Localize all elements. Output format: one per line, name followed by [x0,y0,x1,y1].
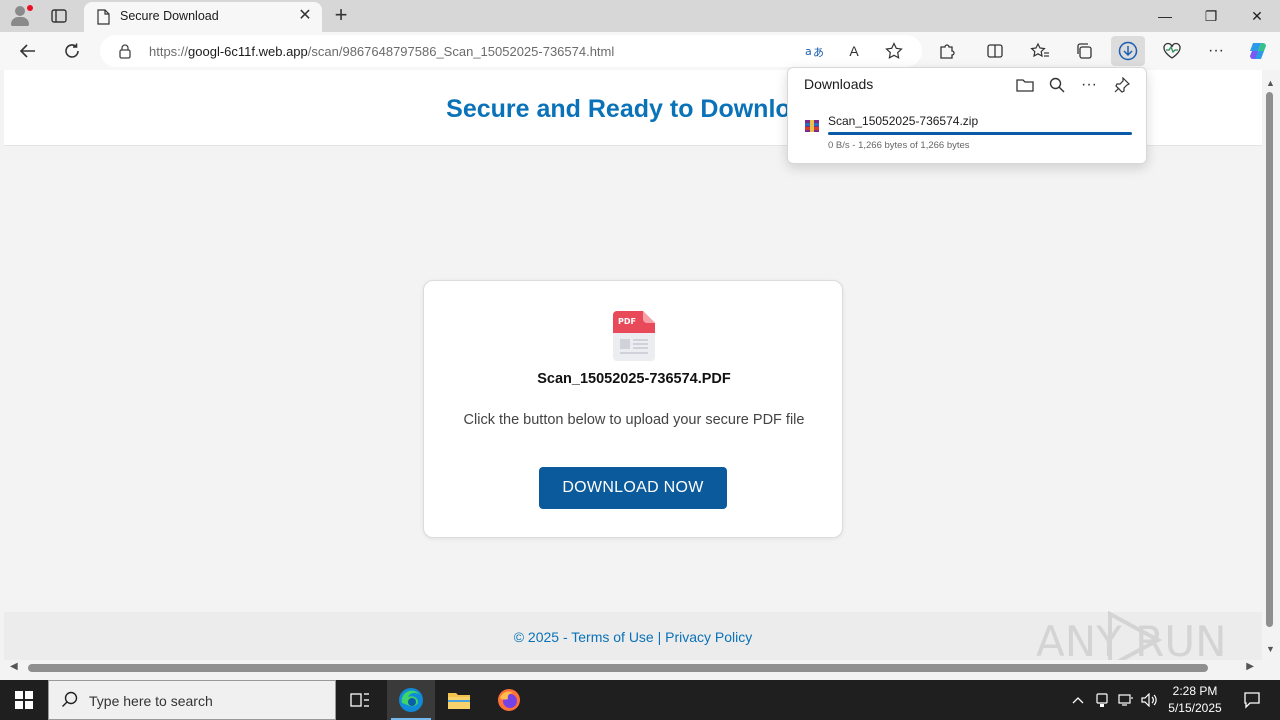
downloads-more-options-icon[interactable]: ··· [1077,74,1101,96]
download-card: PDF Scan_15052025-736574.PDF Click the b… [423,280,843,538]
notifications-button[interactable] [1232,680,1272,720]
clock-date: 5/15/2025 [1168,701,1222,715]
settings-more-button[interactable]: ··· [1201,36,1231,66]
task-view-button[interactable] [336,680,384,720]
svg-text:あ: あ [813,46,823,59]
scroll-down-arrow-icon[interactable]: ▼ [1266,644,1275,654]
tab-actions-icon[interactable] [50,7,68,25]
translate-icon[interactable]: aあ [802,40,826,62]
new-tab-button[interactable]: + [330,4,352,27]
taskbar-search-box[interactable]: Type here to search [48,680,336,720]
browser-essentials-button[interactable] [1157,36,1187,66]
open-folder-icon[interactable] [1013,74,1037,96]
scroll-up-arrow-icon[interactable]: ▲ [1266,78,1275,88]
terms-of-use-link[interactable]: Terms of Use [571,629,653,645]
downloads-flyout: Downloads ··· Scan_15052025-736574.zip 0… [787,67,1147,164]
search-icon [61,691,79,714]
horizontal-scrollbar[interactable]: ◀ ▶ [4,660,1262,676]
favorites-button[interactable] [1025,36,1055,66]
windows-logo-icon [15,691,33,709]
scroll-right-arrow-icon[interactable]: ▶ [1246,661,1254,672]
search-downloads-icon[interactable] [1045,74,1069,96]
url-text[interactable]: https://googl-6c11f.web.app/scan/9867648… [149,44,614,59]
address-bar[interactable]: https://googl-6c11f.web.app/scan/9867648… [100,35,922,67]
edge-icon [399,688,423,712]
collections-button[interactable] [1069,36,1099,66]
volume-icon[interactable] [1140,680,1160,720]
tab-close-icon[interactable]: ✕ [296,7,314,25]
windows-taskbar: Type here to search 2:28 PM 5/15/2025 [0,680,1280,720]
start-button[interactable] [0,680,48,720]
heartbeat-icon [1163,42,1181,59]
taskbar-search-placeholder: Type here to search [89,693,213,709]
copilot-icon [1250,43,1266,59]
browser-toolbar: https://googl-6c11f.web.app/scan/9867648… [0,32,1280,70]
download-progress-fill [828,132,1132,135]
split-screen-icon [987,44,1003,58]
download-status: 0 B/s - 1,266 bytes of 1,266 bytes [828,140,970,151]
page-icon [96,9,110,30]
task-view-icon [350,693,369,707]
download-progress-bar [828,132,1132,135]
privacy-policy-link[interactable]: Privacy Policy [665,629,752,645]
lock-icon[interactable] [118,43,132,64]
tab-title: Secure Download [120,9,219,23]
clock-time: 2:28 PM [1172,684,1218,698]
copilot-button[interactable] [1243,36,1273,66]
zip-archive-icon [804,118,820,139]
back-arrow-icon [19,44,35,58]
back-button[interactable] [13,36,43,66]
pdf-badge-text: PDF [618,317,636,326]
url-host: googl-6c11f.web.app [188,44,308,59]
show-hidden-icons-chevron-icon[interactable] [1068,680,1088,720]
svg-text:a: a [805,45,812,58]
profile-avatar-icon[interactable] [10,5,33,27]
url-path: /scan/9867648797586_Scan_15052025-736574… [307,44,615,59]
taskbar-firefox-app[interactable] [485,680,533,720]
puzzle-icon [940,44,955,59]
extensions-button[interactable] [932,36,962,66]
footer-separator: | [653,629,666,645]
downloads-title: Downloads [804,76,874,92]
minimize-button[interactable]: — [1142,0,1188,32]
pin-icon[interactable] [1110,74,1134,96]
refresh-icon [65,43,79,58]
taskbar-file-explorer-app[interactable] [435,680,483,720]
taskbar-clock[interactable]: 2:28 PM 5/15/2025 [1164,683,1226,717]
pdf-file-icon: PDF [613,311,655,366]
vertical-scrollbar[interactable]: ▲ ▼ [1262,70,1280,660]
meet-now-icon[interactable] [1092,680,1112,720]
url-scheme: https:// [149,44,189,59]
copyright-text: © 2025 - [513,629,572,645]
download-now-button[interactable]: DOWNLOAD NOW [539,467,727,509]
scroll-left-arrow-icon[interactable]: ◀ [10,661,18,672]
folder-icon [448,693,470,709]
tab-strip: Secure Download ✕ + — ❐ ✕ [0,0,1280,32]
taskbar-edge-app[interactable] [387,680,435,720]
close-window-button[interactable]: ✕ [1234,0,1280,32]
refresh-button[interactable] [57,36,87,66]
read-aloud-icon[interactable]: A [842,40,866,62]
restore-button[interactable]: ❐ [1188,0,1234,32]
notification-icon [1244,692,1260,709]
download-icon [1118,41,1138,61]
favorite-star-icon[interactable] [882,40,906,62]
split-screen-button[interactable] [980,36,1010,66]
downloads-button[interactable] [1111,36,1145,66]
network-icon[interactable] [1116,680,1136,720]
download-item[interactable]: Scan_15052025-736574.zip 0 B/s - 1,266 b… [802,112,1134,154]
vertical-scroll-thumb[interactable] [1266,92,1273,627]
favorites-icon [1030,42,1049,58]
firefox-icon [498,689,520,711]
collections-icon [1077,43,1092,59]
instruction-text: Click the button below to upload your se… [463,412,805,428]
horizontal-scroll-thumb[interactable] [28,664,1208,672]
browser-tab-active[interactable]: Secure Download ✕ [84,2,322,32]
file-name: Scan_15052025-736574.PDF [537,371,731,387]
download-file-name[interactable]: Scan_15052025-736574.zip [828,114,978,128]
